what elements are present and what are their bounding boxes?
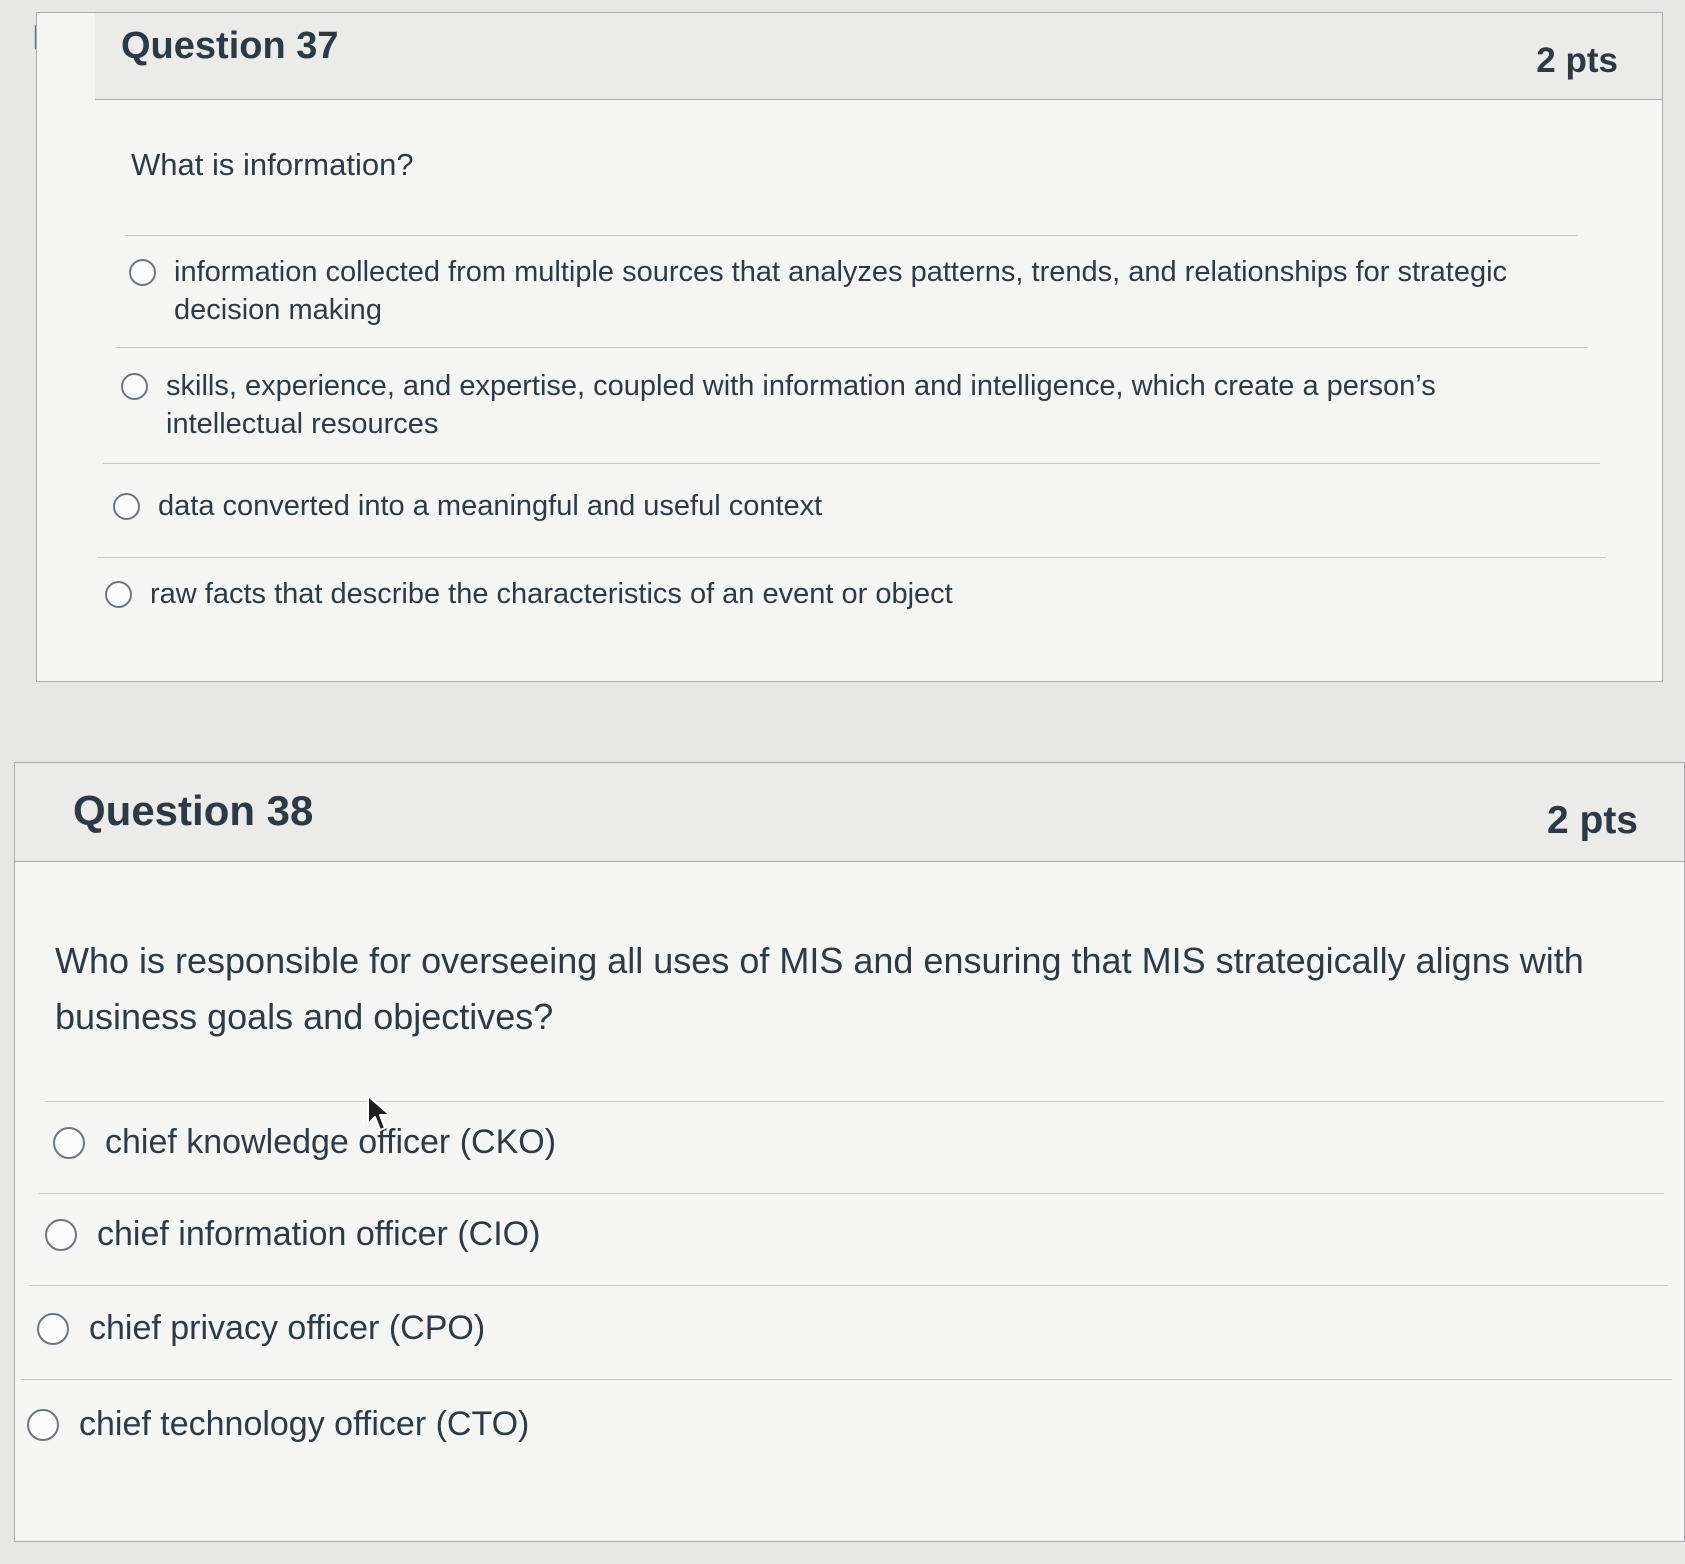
answer-label[interactable]: skills, experience, and expertise, coupl… [166, 367, 1561, 443]
answer-divider [115, 347, 1588, 348]
answer-option[interactable]: chief privacy officer (CPO) [37, 1305, 485, 1351]
answer-label[interactable]: chief privacy officer (CPO) [89, 1305, 485, 1351]
answer-divider [97, 557, 1606, 558]
radio-button[interactable] [37, 1313, 69, 1345]
radio-button[interactable] [27, 1409, 59, 1441]
answer-option[interactable]: information collected from multiple sour… [129, 253, 1529, 329]
answer-divider [39, 1193, 1664, 1194]
radio-button[interactable] [113, 493, 140, 520]
radio-button[interactable] [45, 1219, 77, 1251]
answer-option[interactable]: data converted into a meaningful and use… [113, 487, 1513, 525]
question-37-card: Question 37 2 pts What is information? i… [36, 12, 1663, 682]
answer-label[interactable]: raw facts that describe the characterist… [150, 575, 953, 613]
answer-label[interactable]: chief knowledge officer (CKO) [105, 1119, 556, 1165]
radio-button[interactable] [121, 373, 148, 400]
question-37-title: Question 37 [121, 25, 339, 67]
question-37-points: 2 pts [1536, 41, 1618, 80]
question-38-title: Question 38 [73, 787, 314, 834]
question-37-text: What is information? [131, 147, 414, 182]
answer-divider [45, 1101, 1664, 1102]
answer-label[interactable]: data converted into a meaningful and use… [158, 487, 822, 525]
answer-option[interactable]: chief knowledge officer (CKO) [53, 1119, 556, 1165]
quiz-page: Question 37 2 pts What is information? i… [0, 0, 1685, 1564]
answer-option[interactable]: chief information officer (CIO) [45, 1211, 540, 1257]
answer-divider [29, 1285, 1668, 1286]
answer-divider [103, 463, 1600, 464]
answer-divider [21, 1379, 1672, 1380]
question-38-text: Who is responsible for overseeing all us… [55, 940, 1584, 1037]
answer-option[interactable]: chief technology officer (CTO) [27, 1401, 529, 1447]
radio-button[interactable] [53, 1127, 85, 1159]
radio-button[interactable] [129, 259, 156, 286]
mouse-pointer-icon [367, 1095, 391, 1131]
answer-label[interactable]: chief technology officer (CTO) [79, 1401, 529, 1447]
answer-option[interactable]: raw facts that describe the characterist… [105, 575, 1505, 613]
answer-divider [125, 235, 1578, 236]
radio-button[interactable] [105, 581, 132, 608]
answer-option[interactable]: skills, experience, and expertise, coupl… [121, 367, 1561, 443]
question-38-points: 2 pts [1546, 799, 1638, 842]
question-38-card: Question 38 2 pts Who is responsible for… [14, 762, 1685, 1542]
answer-label[interactable]: information collected from multiple sour… [174, 253, 1529, 329]
answer-label[interactable]: chief information officer (CIO) [97, 1211, 540, 1257]
